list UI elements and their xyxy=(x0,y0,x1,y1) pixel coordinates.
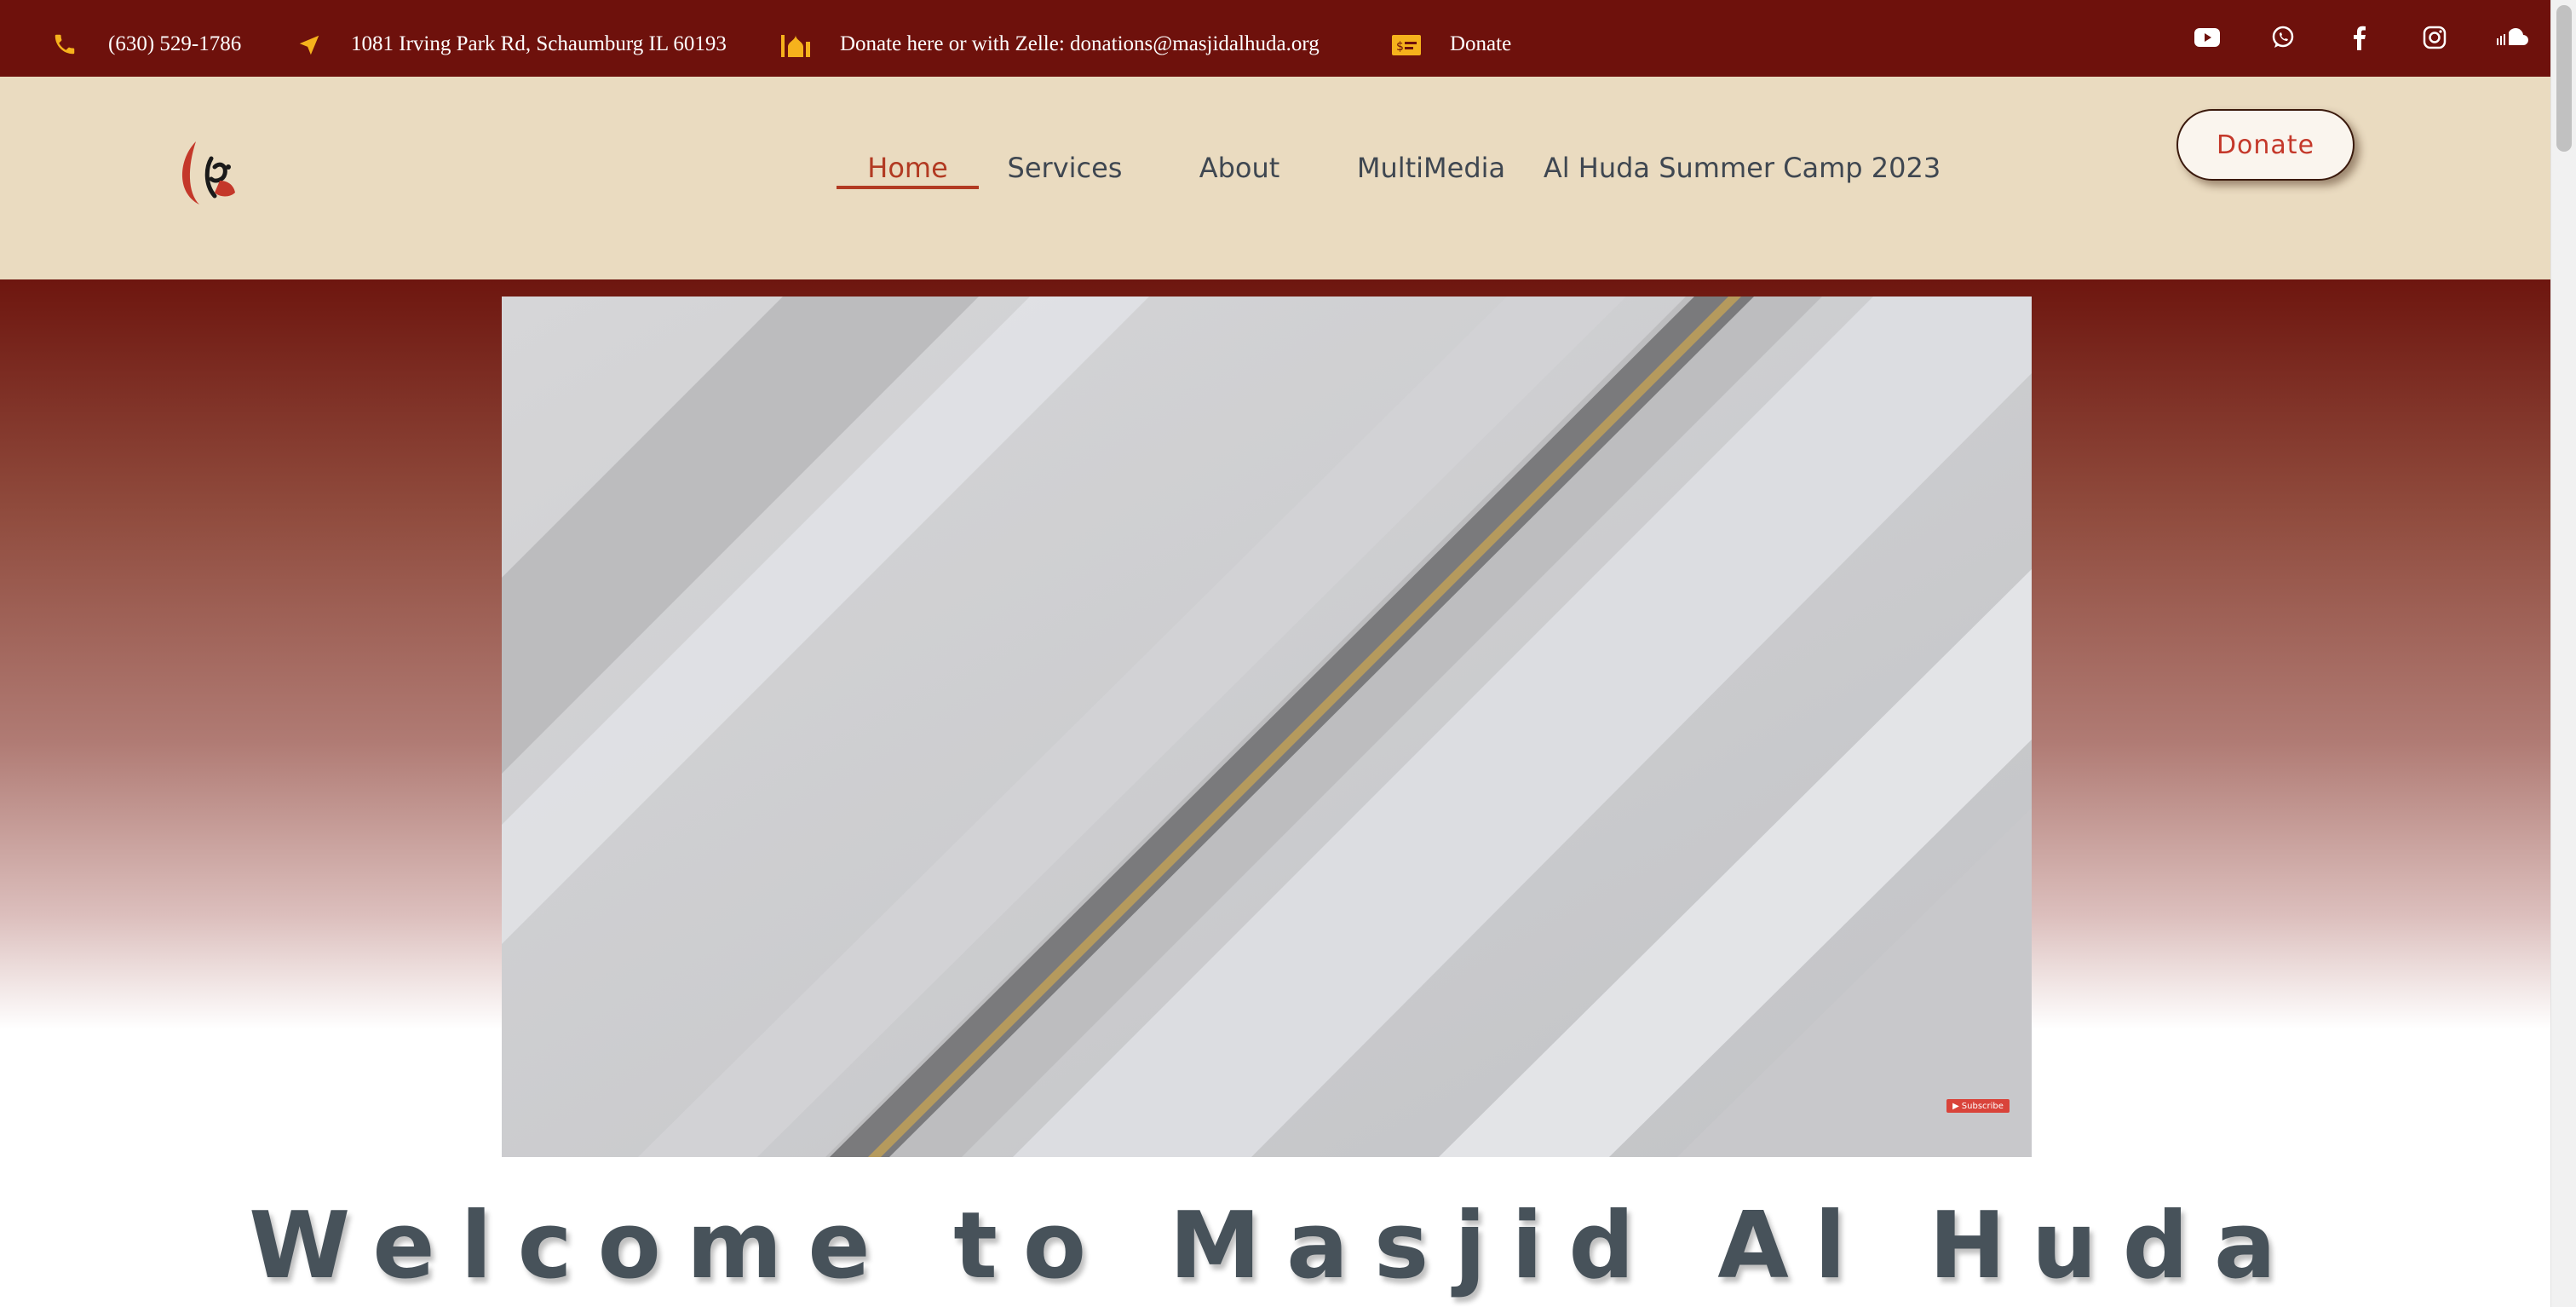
video-player[interactable]: ▶ Subscribe xyxy=(502,297,2032,1157)
donate-link[interactable]: Donate xyxy=(1450,32,1511,56)
svg-text:$: $ xyxy=(1396,40,1404,54)
donate-button[interactable]: Donate xyxy=(2176,109,2355,181)
subscribe-badge[interactable]: ▶ Subscribe xyxy=(1946,1099,2010,1113)
facebook-icon[interactable] xyxy=(2342,20,2376,55)
page-scrollbar[interactable] xyxy=(2550,0,2576,1307)
nav-about[interactable]: About xyxy=(1176,133,1303,203)
nav-services[interactable]: Services xyxy=(997,133,1133,203)
top-bar: (630) 529-1786 1081 Irving Park Rd, Scha… xyxy=(0,0,2550,77)
scrollbar-thumb[interactable] xyxy=(2556,5,2572,152)
masjid-logo[interactable] xyxy=(170,133,252,215)
whatsapp-icon[interactable] xyxy=(2266,20,2300,55)
address[interactable]: 1081 Irving Park Rd, Schaumburg IL 60193 xyxy=(351,32,727,56)
video-frame-graphic xyxy=(502,297,2032,1157)
site-header: Home Services About MultiMedia Al Huda S… xyxy=(0,77,2550,279)
play-icon: ▶ xyxy=(1952,1101,1959,1111)
welcome-heading: Welcome to Masjid Al Huda xyxy=(249,1193,2302,1299)
phone-number[interactable]: (630) 529-1786 xyxy=(108,32,241,56)
youtube-icon[interactable] xyxy=(2190,20,2224,55)
subscribe-label: Subscribe xyxy=(1961,1101,2004,1111)
instagram-icon[interactable] xyxy=(2418,20,2452,55)
nav-home[interactable]: Home xyxy=(837,133,979,203)
active-nav-underline xyxy=(837,186,979,189)
mosque-icon xyxy=(779,29,813,60)
phone-icon xyxy=(51,31,78,58)
location-arrow-icon xyxy=(295,31,324,60)
zelle-donation-text[interactable]: Donate here or with Zelle: donations@mas… xyxy=(840,32,1320,56)
donation-card-icon: $ xyxy=(1390,32,1423,58)
nav-summer-camp[interactable]: Al Huda Summer Camp 2023 xyxy=(1544,133,1941,203)
soundcloud-icon[interactable] xyxy=(2494,20,2528,55)
nav-multimedia[interactable]: MultiMedia xyxy=(1346,133,1516,203)
